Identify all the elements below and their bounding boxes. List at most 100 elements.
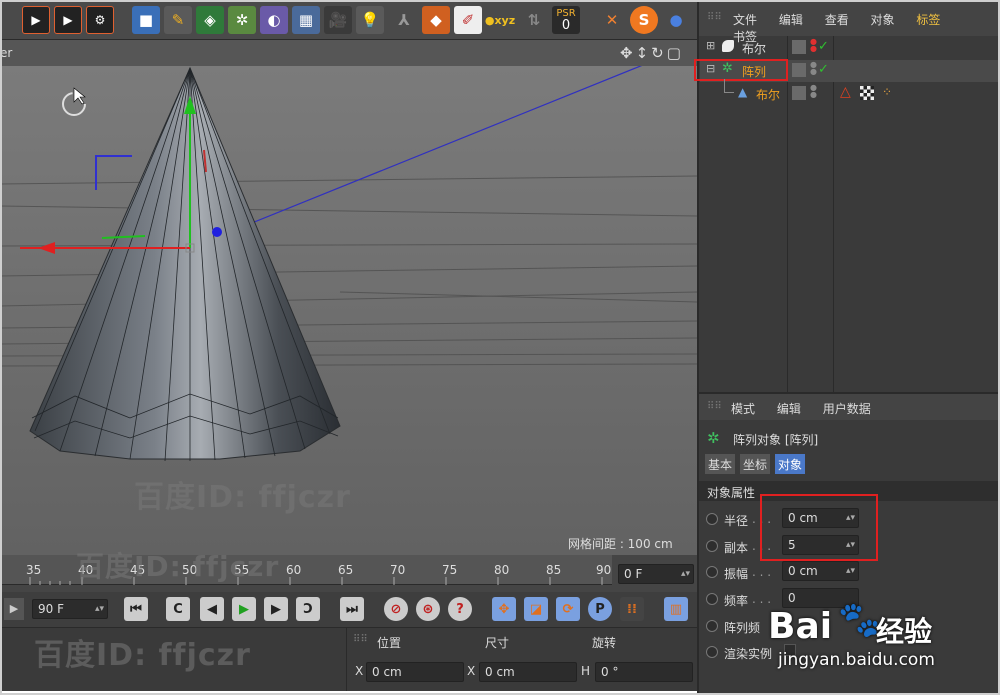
tree-expand-icon[interactable]: ⊞ — [706, 39, 715, 52]
play-forward-small-icon[interactable]: ▶ — [4, 598, 24, 620]
position-x-field[interactable]: 0 cm — [366, 662, 464, 682]
grip-icon: ⠿⠿ — [707, 12, 722, 23]
size-x-value: 0 cm — [485, 665, 515, 679]
animate-radio[interactable] — [706, 593, 718, 605]
pen-icon[interactable]: ✎ — [164, 6, 192, 34]
render-picture-viewer-icon[interactable]: ▶ — [54, 6, 82, 34]
material-checker-tag-icon[interactable] — [860, 86, 874, 100]
spheres-icon[interactable]: ● — [662, 6, 690, 34]
tick-label: 70 — [390, 563, 406, 577]
coord-x-label: X — [355, 664, 364, 678]
rotate-key-icon[interactable]: ⟳ — [556, 597, 580, 621]
camera-icon[interactable]: 🎥 — [324, 6, 352, 34]
menu-file[interactable]: 文件 — [733, 11, 757, 28]
cone-tag-icon[interactable]: △ — [840, 84, 851, 100]
coord-x-label: X — [467, 664, 476, 678]
goto-start-icon[interactable]: ⏮ — [124, 597, 148, 621]
stepper-arrows-icon[interactable]: ▴▾ — [846, 562, 855, 580]
subdivision-icon[interactable]: ◈ — [196, 6, 224, 34]
snap-icon[interactable]: ⇅ — [520, 6, 548, 34]
next-key-icon[interactable]: Ɔ — [296, 597, 320, 621]
menu-edit[interactable]: 编辑 — [779, 11, 803, 28]
animate-radio[interactable] — [706, 646, 718, 658]
visibility-dots-icon[interactable]: ● ● — [810, 38, 817, 53]
tick-label: 75 — [442, 563, 458, 577]
menu-mode[interactable]: 模式 — [731, 400, 755, 417]
end-frame-field[interactable]: 90 F ▴▾ — [32, 599, 108, 619]
visibility-dots-icon[interactable]: ● ● — [810, 84, 817, 99]
psr-indicator[interactable]: PSR 0 — [552, 6, 580, 34]
prev-frame-icon[interactable]: ◀ — [200, 597, 224, 621]
menu-view[interactable]: 查看 — [825, 11, 849, 28]
enabled-check-icon[interactable]: ✓ — [818, 39, 829, 54]
move-key-icon[interactable]: ✥ — [492, 597, 516, 621]
visibility-dots-icon[interactable]: ● ● — [810, 61, 817, 76]
object-name[interactable]: 阵列 — [742, 63, 766, 80]
timeline-window-icon[interactable]: ▥ — [664, 597, 688, 621]
baidu-logo-text-2: 经验 — [876, 615, 933, 648]
layer-icon[interactable] — [792, 63, 806, 77]
coordinates-manager: ⠿⠿ 位置 尺寸 旋转 X 0 cm X 0 cm H 0 ° — [346, 627, 697, 691]
auto-key-icon[interactable]: ⊛ — [416, 597, 440, 621]
coord-h-label: H — [581, 664, 591, 678]
stepper-arrows-icon[interactable]: ▴▾ — [681, 565, 690, 583]
play-icon[interactable]: ▶ — [232, 597, 256, 621]
animate-radio[interactable] — [706, 620, 718, 632]
current-frame-field[interactable]: 0 F ▴▾ — [618, 564, 694, 584]
prev-key-icon[interactable]: C — [166, 597, 190, 621]
size-x-field[interactable]: 0 cm — [479, 662, 577, 682]
attribute-object-title: 阵列对象 [阵列] — [733, 433, 819, 447]
tab-object[interactable]: 对象 — [775, 454, 806, 474]
sketch-icon[interactable]: ✐ — [454, 6, 482, 34]
layer-icon[interactable] — [792, 86, 806, 100]
key-help-icon[interactable]: ? — [448, 597, 472, 621]
object-row-array[interactable]: ⊟ ✲ 阵列 ● ● ✓ — [694, 59, 1000, 82]
rotation-h-field[interactable]: 0 ° — [595, 662, 693, 682]
character-icon[interactable]: ⅄ — [390, 6, 418, 34]
stepper-arrows-icon[interactable]: ▴▾ — [95, 600, 104, 618]
cube-icon[interactable]: ■ — [132, 6, 160, 34]
object-name[interactable]: 布尔 — [742, 40, 766, 57]
enabled-check-icon[interactable]: ✓ — [818, 62, 829, 77]
animate-radio[interactable] — [706, 513, 718, 525]
tree-branch-line — [724, 79, 734, 93]
watermark-baidu-id: 百度ID: ffjczr — [134, 480, 351, 515]
object-row-boole[interactable]: ⊞ 布尔 ● ● ✓ — [700, 37, 1000, 59]
viewport-nav-icons[interactable]: ✥↕↻▢ — [620, 44, 684, 62]
floor-icon[interactable]: ▦ — [292, 6, 320, 34]
goto-end-icon[interactable]: ⏭ — [340, 597, 364, 621]
scale-key-icon[interactable]: ◪ — [524, 597, 548, 621]
baidu-jingyan-logo: Bai 🐾 经验 jingyan.baidu.com — [768, 600, 996, 674]
tree-collapse-icon[interactable]: ⊟ — [706, 62, 715, 75]
tab-coord[interactable]: 坐标 — [740, 454, 771, 474]
layer-icon[interactable] — [792, 40, 806, 54]
animate-radio[interactable] — [706, 540, 718, 552]
array-generator-icon[interactable]: ✲ — [228, 6, 256, 34]
menu-user-data[interactable]: 用户数据 — [823, 400, 871, 417]
render-settings-icon[interactable]: ⚙ — [86, 6, 114, 34]
object-row-boole-child[interactable]: ▲ 布尔 ● ● △ ⁘ — [700, 79, 1000, 105]
render-view-icon[interactable]: ▶ — [22, 6, 50, 34]
deformer-icon[interactable]: ◐ — [260, 6, 288, 34]
compass-icon[interactable]: ✕ — [598, 6, 626, 34]
axis-xyz-icon[interactable]: ●xyz — [485, 6, 515, 34]
tag-icon[interactable]: ◆ — [422, 6, 450, 34]
record-key-icon[interactable]: ⊘ — [384, 597, 408, 621]
animate-radio[interactable] — [706, 566, 718, 578]
grid-spacing-label: 网格间距 : 100 cm — [568, 537, 673, 551]
light-icon[interactable]: 💡 — [356, 6, 384, 34]
pla-key-icon[interactable]: ⁞⁞ — [620, 597, 644, 621]
object-name[interactable]: 布尔 — [756, 86, 780, 103]
menu-object[interactable]: 对象 — [871, 11, 895, 28]
prop-label-amplitude: 振幅 — [724, 567, 749, 581]
end-frame-value: 90 F — [38, 602, 64, 616]
menu-tags[interactable]: 标签 — [916, 11, 940, 28]
texture-tag-icon[interactable]: ⁘ — [882, 85, 892, 99]
next-frame-icon[interactable]: ▶ — [264, 597, 288, 621]
watermark-baidu-id: 百度ID: ffjczr — [34, 638, 251, 673]
param-key-icon[interactable]: P — [588, 597, 612, 621]
script-s-icon[interactable]: S — [630, 6, 658, 34]
tab-basic[interactable]: 基本 — [705, 454, 736, 474]
amplitude-field[interactable]: 0 cm ▴▾ — [782, 561, 859, 581]
menu-edit[interactable]: 编辑 — [777, 400, 801, 417]
